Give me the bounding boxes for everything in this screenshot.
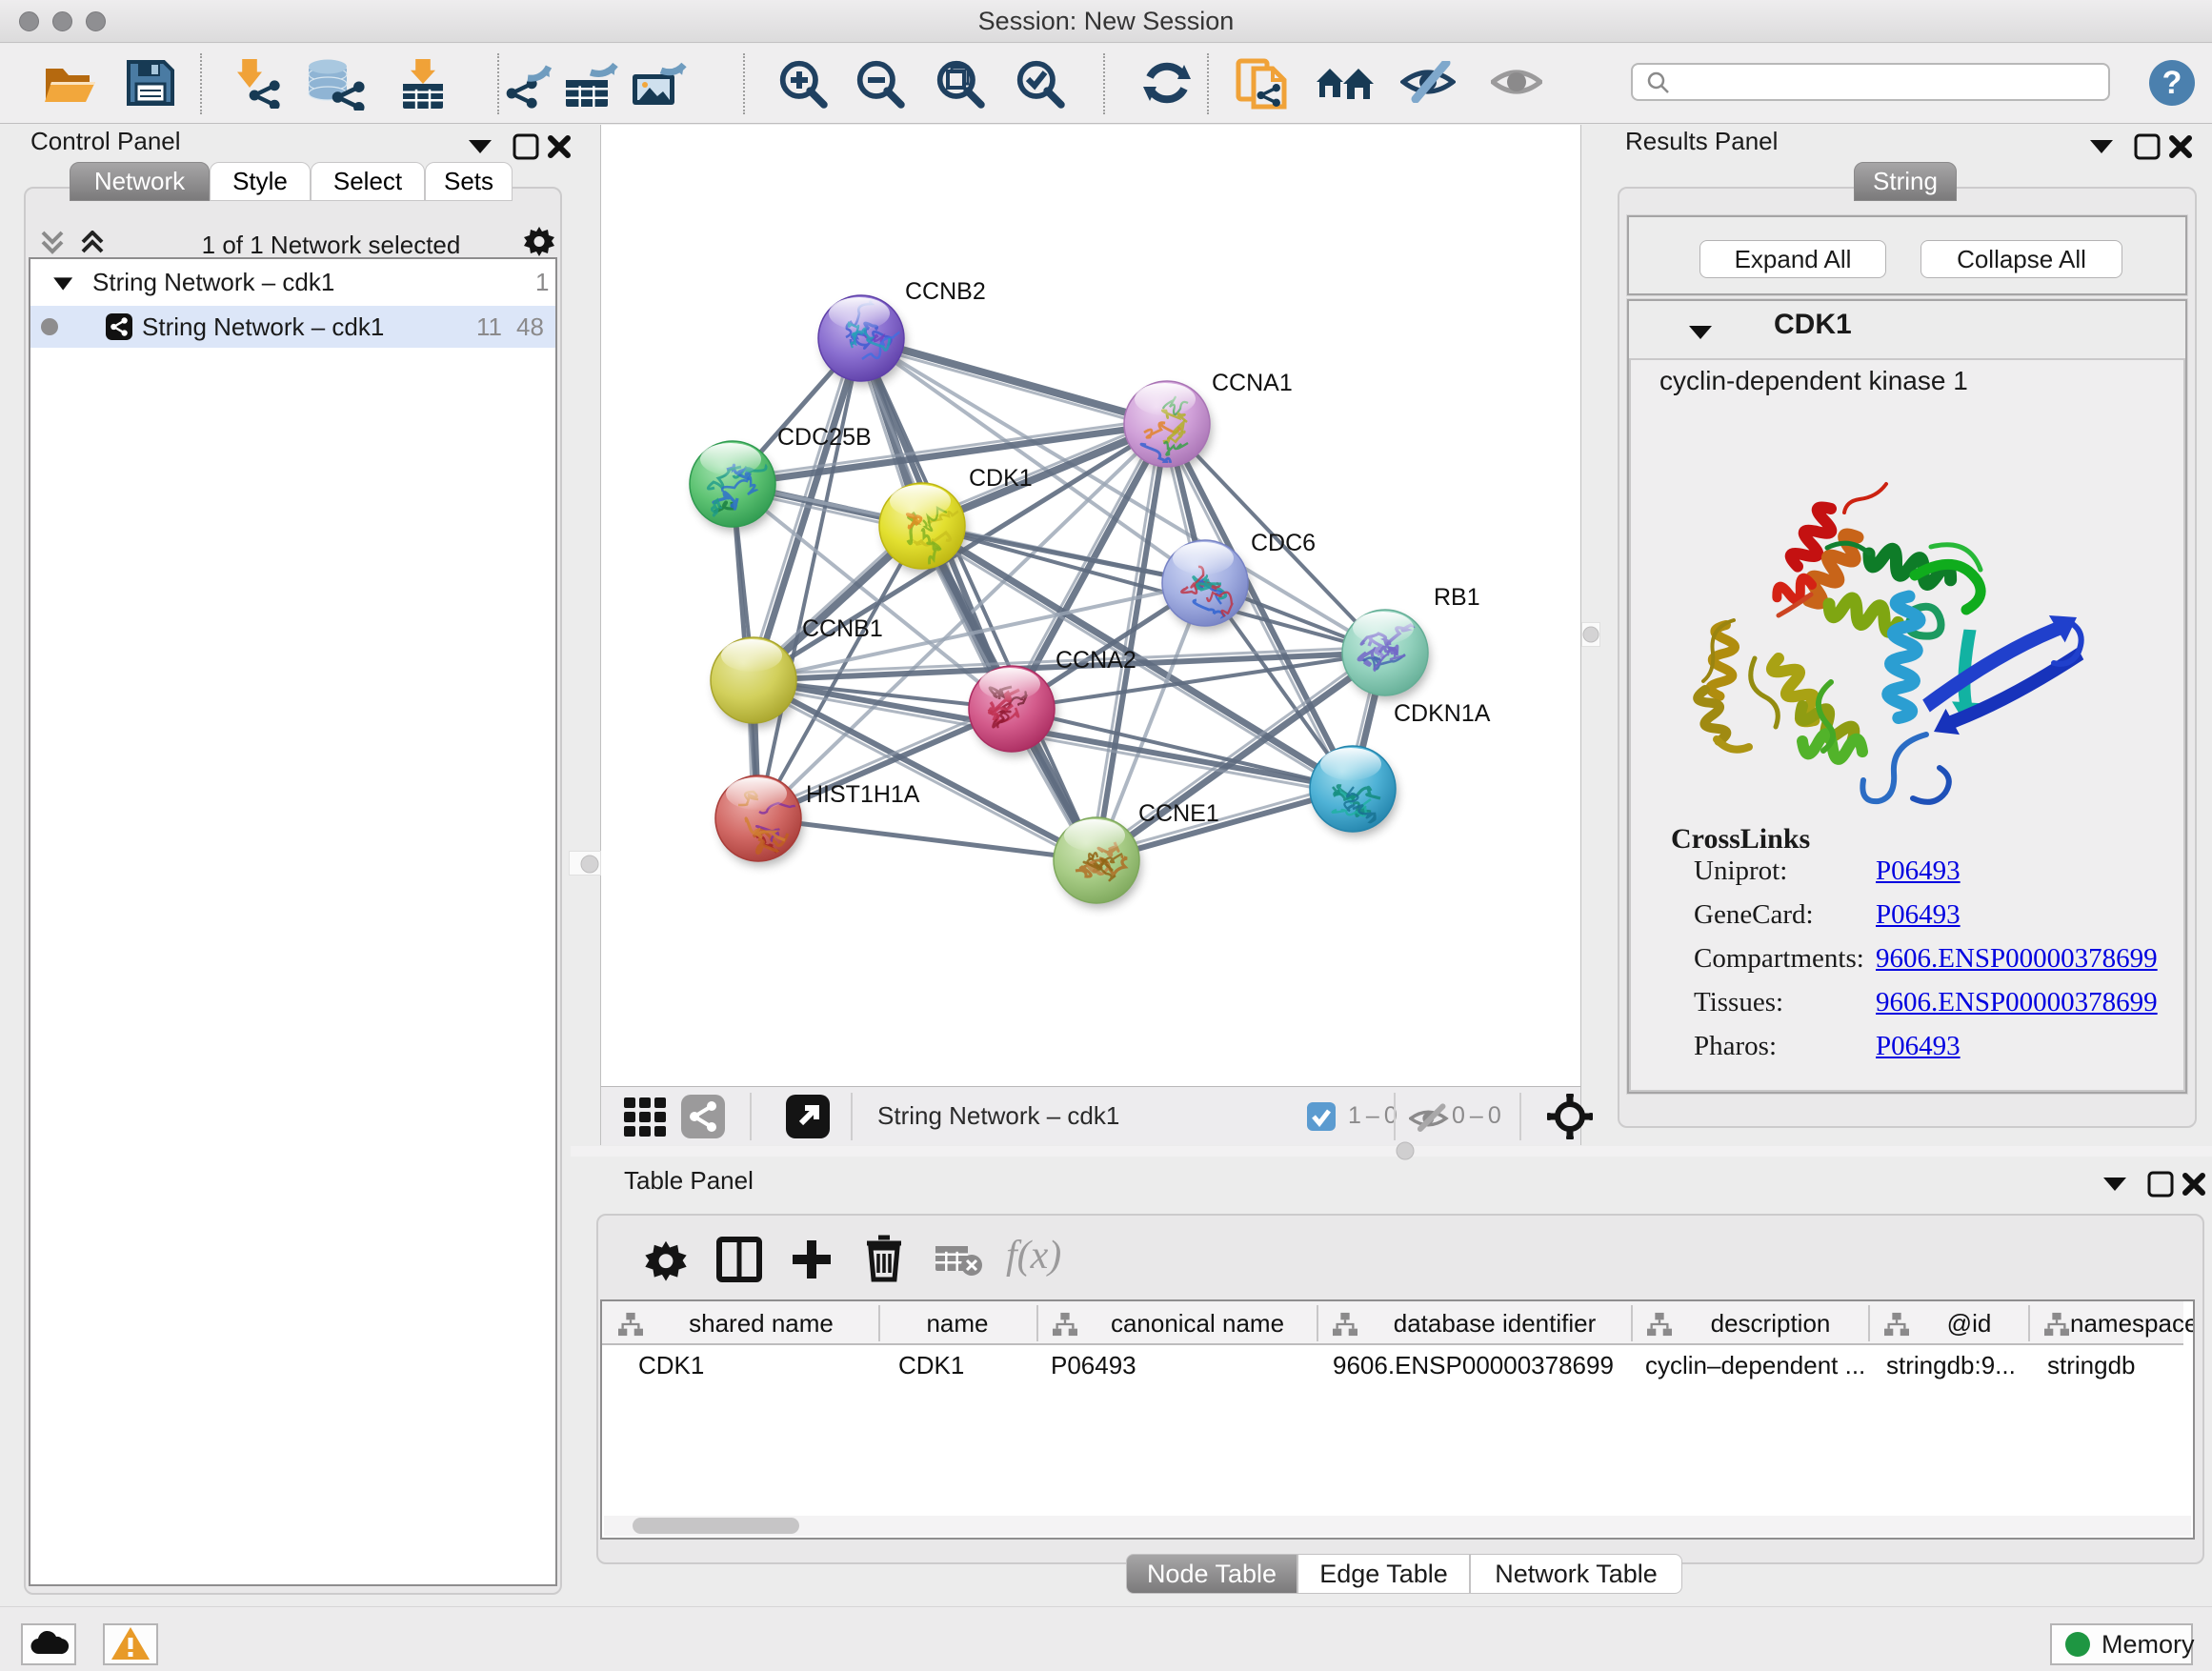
svg-text:HIST1H1A: HIST1H1A xyxy=(806,781,920,808)
svg-text:CDC6: CDC6 xyxy=(1251,530,1316,556)
svg-text:RB1: RB1 xyxy=(1434,584,1480,611)
svg-text:CCNB2: CCNB2 xyxy=(905,278,986,305)
svg-text:CCNB1: CCNB1 xyxy=(802,615,883,642)
svg-text:?: ? xyxy=(2162,65,2182,101)
svg-text:CCNE1: CCNE1 xyxy=(1138,800,1219,827)
svg-text:CCNA1: CCNA1 xyxy=(1212,370,1293,396)
svg-text:CDK1: CDK1 xyxy=(969,465,1033,492)
svg-text:CDKN1A: CDKN1A xyxy=(1394,700,1491,727)
svg-text:CDC25B: CDC25B xyxy=(777,424,872,451)
svg-text:CCNA2: CCNA2 xyxy=(1056,647,1136,674)
